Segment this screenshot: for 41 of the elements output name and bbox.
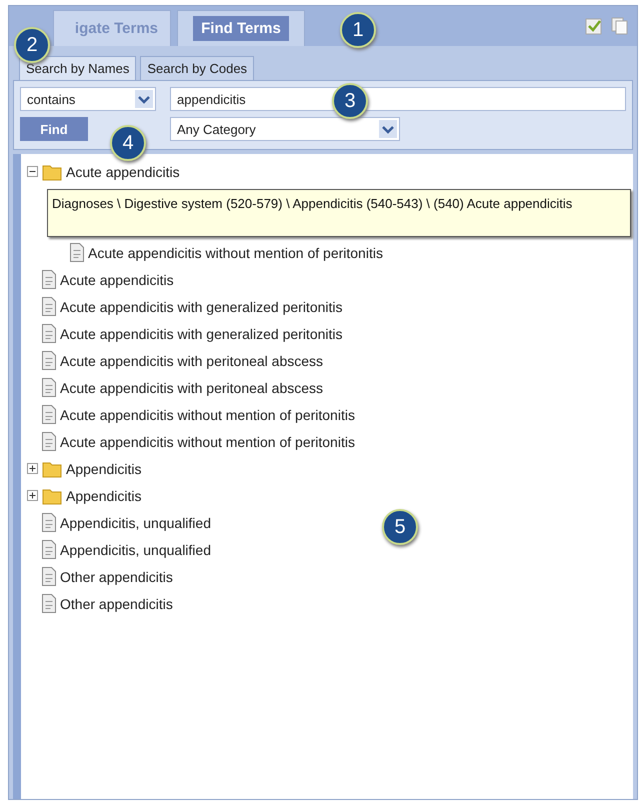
tree-item[interactable]: Acute appendicitis without mention of peritonitis [60,434,355,450]
find-button[interactable]: Find [20,117,88,141]
checklist-icon[interactable] [585,17,603,35]
tree-item[interactable]: Appendicitis [66,460,142,476]
document-icon [42,540,56,559]
folder-icon [42,486,62,504]
tab[interactable]: Search by Codes [140,56,254,80]
tree-item[interactable]: Acute appendicitis with generalized peritonitis [60,298,342,314]
document-icon [42,567,56,586]
tab[interactable]: Find Terms [177,10,305,46]
tree-item[interactable]: Other appendicitis [60,596,173,612]
document-icon [42,297,56,316]
document-icon [42,378,56,397]
folder-icon [42,162,62,180]
tree-item[interactable]: Acute appendicitis [66,164,180,180]
tree-item[interactable]: Acute appendicitis [60,272,174,288]
tree-item[interactable]: Appendicitis, unqualified [60,514,211,530]
tab[interactable]: Search by Names [19,56,136,80]
tree-item[interactable]: Acute appendicitis with peritoneal abscess [60,380,324,396]
tree-item[interactable]: Acute appendicitis without mention of peritonitis [88,244,383,260]
tree-item[interactable]: Other appendicitis [60,568,173,584]
document-icon [42,594,56,613]
document-icon [42,351,56,370]
document-icon [42,432,56,451]
document-icon [42,405,56,424]
match-dropdown[interactable]: contains [20,87,156,111]
collapse-icon[interactable] [27,166,38,177]
tree-item[interactable]: Appendicitis [66,488,142,504]
tooltip: Diagnoses \ Digestive system (520-579) \ Appendicitis (540-543) \ (540) Acute appendicitis [47,189,631,237]
tree-item[interactable]: Acute appendicitis with generalized peritonitis [60,326,342,342]
folder-icon [42,460,62,478]
document-icon [42,513,56,532]
tree-item[interactable]: Appendicitis, unqualified [60,542,211,558]
category-dropdown[interactable]: Any Category [170,117,400,141]
expand-icon[interactable] [27,463,38,474]
document-icon [70,243,84,262]
expand-icon[interactable] [27,490,38,501]
document-icon [42,324,56,343]
document-icon [42,270,56,289]
tree-item[interactable]: Acute appendicitis with peritoneal abscess [60,352,324,368]
tree-item[interactable]: Acute appendicitis without mention of peritonitis [60,406,355,422]
